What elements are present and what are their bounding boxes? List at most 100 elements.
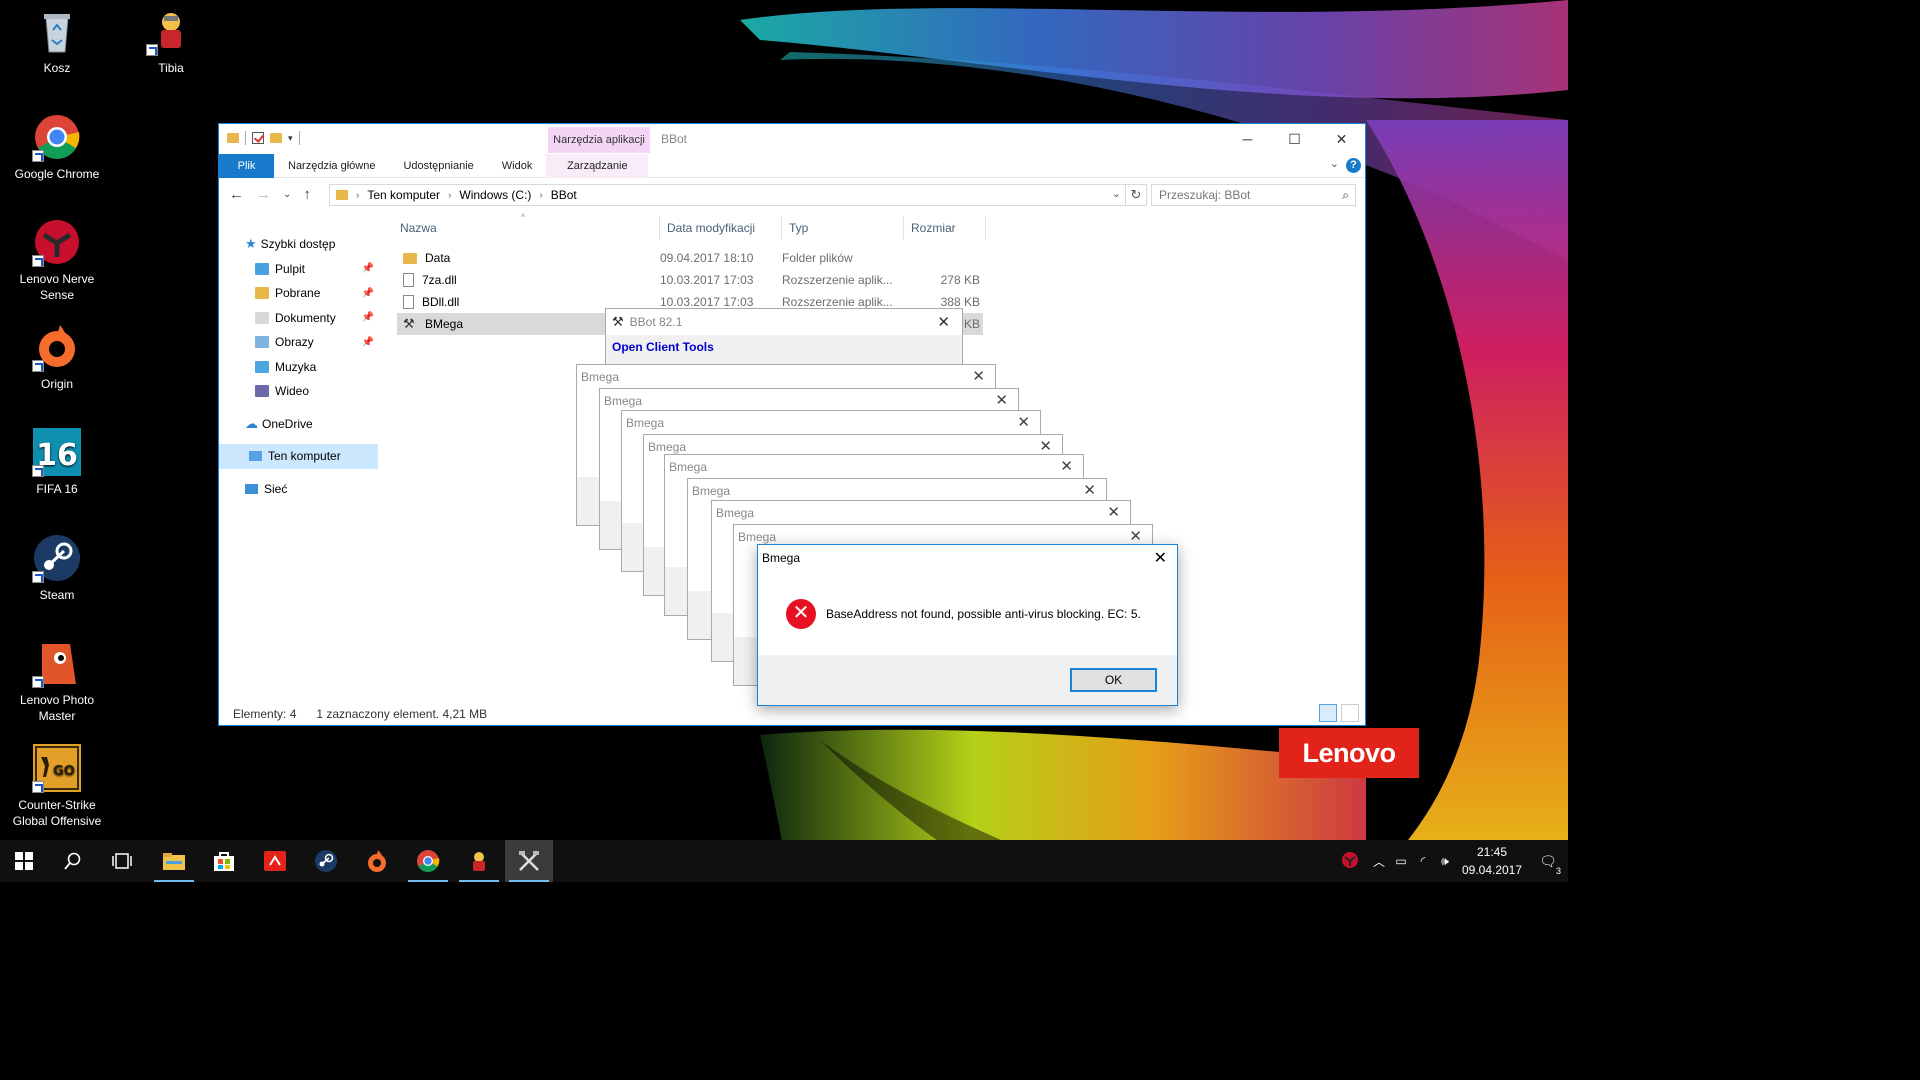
nav-item-downloads[interactable]: Pobrane 📌 — [219, 281, 378, 306]
taskbar-bmega[interactable] — [505, 840, 553, 882]
desktop-icon-csgo[interactable]: GO Counter-Strike Global Offensive — [1, 743, 113, 829]
close-icon[interactable]: ✕ — [1060, 457, 1073, 475]
nav-item-onedrive[interactable]: ☁ OneDrive — [219, 412, 378, 437]
nav-item-network[interactable]: Sieć — [219, 477, 378, 502]
menu-open-client-tools[interactable]: Open Client Tools — [606, 335, 962, 359]
wifi-icon[interactable]: ◜ — [1412, 854, 1434, 868]
breadcrumb-item[interactable]: Ten komputer — [367, 188, 440, 202]
properties-icon[interactable] — [252, 132, 264, 144]
nav-item-documents[interactable]: Dokumenty 📌 — [219, 306, 378, 331]
taskbar-tibia[interactable] — [455, 840, 503, 882]
table-row[interactable]: 7za.dll 10.03.2017 17:03 Rozszerzenie ap… — [397, 269, 983, 291]
search-button[interactable] — [49, 840, 97, 882]
dialog-title[interactable]: Bmega — [665, 455, 1083, 479]
chrome-icon — [32, 112, 82, 162]
close-button[interactable]: ✕ — [1318, 124, 1365, 154]
close-icon[interactable]: ✕ — [1083, 481, 1096, 499]
breadcrumb-item[interactable]: Windows (C:) — [459, 188, 531, 202]
pin-icon[interactable]: 📌 — [362, 263, 374, 274]
refresh-icon[interactable]: ↻ — [1125, 184, 1147, 206]
action-center-button[interactable]: 🗨 3 — [1528, 853, 1568, 876]
breadcrumb-separator[interactable]: › — [448, 190, 451, 201]
breadcrumb-separator[interactable]: › — [539, 190, 542, 201]
taskbar-lenovo-app[interactable] — [251, 840, 299, 882]
column-header-size[interactable]: Rozmiar — [904, 216, 986, 240]
recent-locations-icon[interactable]: ⌄ — [283, 189, 291, 203]
clock[interactable]: 21:45 09.04.2017 — [1456, 843, 1528, 879]
pictures-icon — [255, 336, 269, 349]
file-date: 10.03.2017 17:03 — [660, 295, 754, 309]
pin-icon[interactable]: 📌 — [362, 337, 374, 348]
nav-item-videos[interactable]: Wideo — [219, 379, 378, 404]
tab-share[interactable]: Udostępnianie — [389, 154, 487, 178]
close-icon[interactable]: ✕ — [937, 313, 950, 331]
minimize-button[interactable]: ─ — [1224, 124, 1271, 154]
address-dropdown-icon[interactable]: ⌄ — [1112, 187, 1121, 200]
taskbar-chrome[interactable] — [404, 840, 452, 882]
desktop-icon-chrome[interactable]: Google Chrome — [1, 112, 113, 182]
lenovo-nerve-sense-tray-icon[interactable] — [1332, 851, 1368, 872]
new-folder-icon[interactable] — [270, 133, 282, 143]
explorer-titlebar[interactable]: ▾ Narzędzia aplikacji BBot ─ ☐ ✕ — [219, 124, 1365, 154]
address-bar[interactable]: › Ten komputer › Windows (C:) › BBot ⌄ — [329, 184, 1126, 206]
dialog-title[interactable]: Bmega — [577, 365, 995, 389]
show-hidden-icons-icon[interactable]: ︿ — [1368, 853, 1390, 870]
close-icon[interactable]: ✕ — [1039, 437, 1052, 455]
customize-toolbar-icon[interactable]: ▾ — [288, 133, 293, 144]
task-view-button[interactable] — [98, 840, 146, 882]
tab-home[interactable]: Narzędzia główne — [274, 154, 389, 178]
nav-item-music[interactable]: Muzyka — [219, 355, 378, 380]
taskbar-store[interactable] — [200, 840, 248, 882]
bbot-app-icon: ⚒ — [612, 314, 624, 329]
desktop-icon-fifa16[interactable]: 16 FIFA 16 — [1, 427, 113, 497]
nav-item-this-pc[interactable]: Ten komputer — [219, 444, 378, 469]
ok-button[interactable]: OK — [1070, 668, 1157, 692]
dialog-title[interactable]: Bmega — [622, 411, 1040, 435]
tab-file[interactable]: Plik — [219, 154, 274, 178]
expand-ribbon-icon[interactable]: ⌄ — [1330, 157, 1339, 170]
close-icon[interactable]: ✕ — [1107, 503, 1120, 521]
breadcrumb-separator[interactable]: › — [356, 190, 359, 201]
help-icon[interactable]: ? — [1346, 158, 1361, 173]
details-view-icon[interactable] — [1319, 704, 1337, 722]
desktop-icon-tibia[interactable]: Tibia — [115, 6, 227, 76]
forward-arrow-icon[interactable]: → — [256, 186, 271, 203]
back-arrow-icon[interactable]: ← — [229, 186, 244, 203]
tab-view[interactable]: Widok — [488, 154, 547, 178]
taskbar-steam[interactable] — [302, 840, 350, 882]
dialog-title[interactable]: Bmega — [758, 545, 1177, 571]
taskbar-origin[interactable] — [353, 840, 401, 882]
search-input[interactable]: Przeszukaj: BBot ⌕ — [1151, 184, 1356, 206]
volume-icon[interactable]: 🕪 — [1434, 854, 1456, 869]
maximize-button[interactable]: ☐ — [1271, 124, 1318, 154]
close-icon[interactable]: ✕ — [1129, 527, 1142, 545]
column-header-name[interactable]: Nazwa — [393, 216, 660, 240]
dialog-title[interactable]: Bmega — [712, 501, 1130, 525]
large-icons-view-icon[interactable] — [1341, 704, 1359, 722]
nav-item-pictures[interactable]: Obrazy 📌 — [219, 330, 378, 355]
desktop-icon-steam[interactable]: Steam — [1, 533, 113, 603]
pin-icon[interactable]: 📌 — [362, 312, 374, 323]
battery-icon[interactable]: ▭ — [1390, 854, 1412, 868]
breadcrumb-item[interactable]: BBot — [551, 188, 577, 202]
close-icon[interactable]: ✕ — [1154, 548, 1167, 568]
column-header-date[interactable]: Data modyfikacji — [660, 216, 782, 240]
taskbar-file-explorer[interactable] — [150, 840, 198, 882]
close-icon[interactable]: ✕ — [972, 367, 985, 385]
start-button[interactable] — [0, 840, 48, 882]
column-header-type[interactable]: Typ — [782, 216, 904, 240]
desktop-icon-lenovo-photo-master[interactable]: Lenovo Photo Master — [1, 638, 113, 724]
close-icon[interactable]: ✕ — [1017, 413, 1030, 431]
nav-item-desktop[interactable]: Pulpit 📌 — [219, 257, 378, 282]
desktop-icon-recycle-bin[interactable]: Kosz — [1, 6, 113, 76]
desktop-icon-lenovo-nerve-sense[interactable]: Lenovo Nerve Sense — [1, 217, 113, 303]
tab-manage[interactable]: Zarządzanie — [546, 154, 649, 178]
desktop-icon-origin[interactable]: Origin — [1, 322, 113, 392]
pin-icon[interactable]: 📌 — [362, 288, 374, 299]
up-arrow-icon[interactable]: ↑ — [303, 186, 311, 203]
table-row[interactable]: Data 09.04.2017 18:10 Folder plików — [397, 247, 983, 269]
bmega-icon — [519, 851, 539, 871]
close-icon[interactable]: ✕ — [995, 391, 1008, 409]
nav-item-quick-access[interactable]: ★ Szybki dostęp — [219, 232, 378, 257]
bbot-titlebar[interactable]: ⚒ BBot 82.1 — [606, 309, 962, 335]
